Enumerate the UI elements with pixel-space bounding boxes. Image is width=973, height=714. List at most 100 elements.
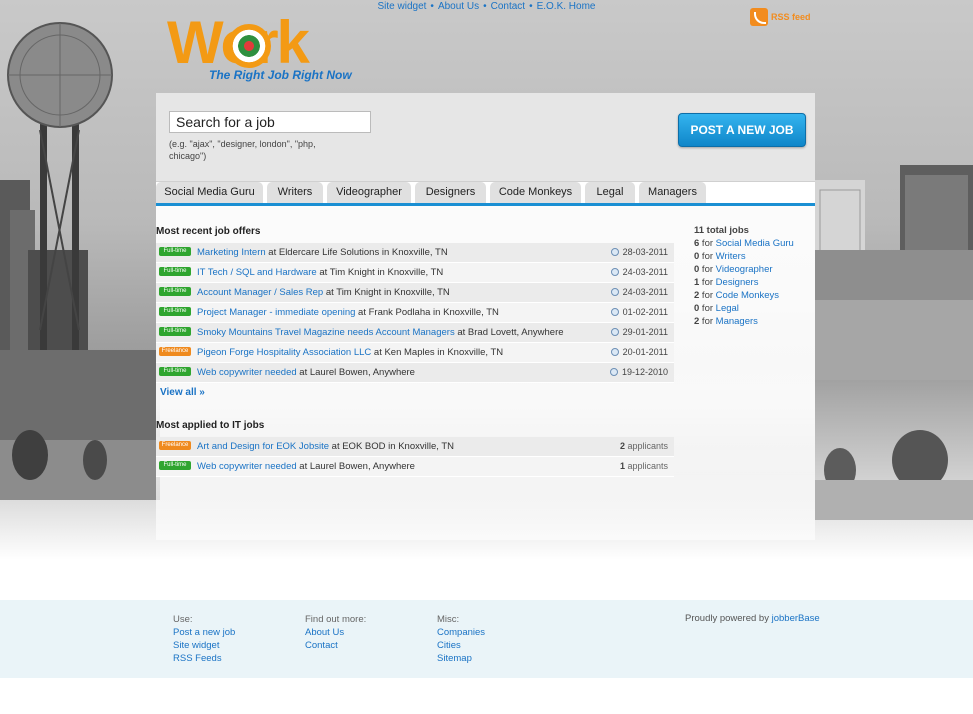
search-area: (e.g. "ajax", "designer, london", "php, … [156,93,815,182]
globe-icon [227,24,271,68]
nav-contact-link[interactable]: Contact [491,1,525,12]
stat-category-link[interactable]: Social Media Guru [716,238,794,249]
powered-by: Proudly powered by jobberBase [685,613,820,624]
tab-designers[interactable]: Designers [415,182,486,203]
job-title-link[interactable]: Project Manager - immediate opening [197,307,355,318]
stat-count: 1 [694,277,700,288]
job-company: Ken Maples [384,347,435,358]
footer-about-link[interactable]: About Us [305,626,366,639]
footer-heading: Misc: [437,614,460,625]
job-date: 28-03-2011 [611,243,668,262]
job-title-link[interactable]: Pigeon Forge Hospitality Association LLC [197,347,371,358]
search-hint: (e.g. "ajax", "designer, london", "php, … [169,139,316,161]
job-title-link[interactable]: Web copywriter needed [197,367,297,378]
view-all-link[interactable]: View all » [160,387,205,398]
job-type-badge: Full-time [159,327,191,336]
stat-count: 0 [694,303,700,314]
site-logo[interactable]: Work The Right Job Right Now [167,9,367,84]
applicant-number: 1 [619,461,625,471]
job-row: Full-time Marketing Intern at Eldercare … [156,243,674,263]
job-type-badge: Freelance [159,441,191,450]
tab-legal[interactable]: Legal [585,182,635,203]
footer-site-widget-link[interactable]: Site widget [173,639,235,652]
job-location: Knoxville, TN [394,287,450,298]
rss-feed-link[interactable]: RSS feed [750,8,811,26]
job-title-link[interactable]: Account Manager / Sales Rep [197,287,323,298]
stat-row: 6 for Social Media Guru [694,238,794,249]
most-applied-heading: Most applied to IT jobs [156,420,265,431]
job-company: Brad Lovett [467,327,517,338]
job-type-badge: Full-time [159,461,191,470]
tab-social-media-guru[interactable]: Social Media Guru [156,182,263,203]
stat-row: 0 for Legal [694,303,739,314]
jobberbase-link[interactable]: jobberBase [772,613,820,624]
job-location: Anywhere [372,461,415,472]
job-type-badge: Full-time [159,367,191,376]
stat-row: 0 for Writers [694,251,746,262]
tab-writers[interactable]: Writers [267,182,323,203]
tab-videographer[interactable]: Videographer [327,182,411,203]
nav-about-link[interactable]: About Us [438,1,479,12]
tab-code-monkeys[interactable]: Code Monkeys [490,182,581,203]
footer-cities-link[interactable]: Cities [437,639,485,652]
nav-eok-home-link[interactable]: E.O.K. Home [537,1,596,12]
job-type-badge: Full-time [159,287,191,296]
job-date: 19-12-2010 [610,363,668,382]
job-location: Anywhere [521,327,564,338]
job-title-link[interactable]: Art and Design for EOK Jobsite [197,441,329,452]
job-date: 24-03-2011 [611,283,668,302]
job-location: Knoxville, TN [447,347,504,358]
stat-category-link[interactable]: Code Monkeys [716,290,779,301]
main-panel: (e.g. "ajax", "designer, london", "php, … [156,93,815,540]
footer-contact-link[interactable]: Contact [305,639,366,652]
job-row: Full-time Project Manager - immediate op… [156,303,674,323]
job-company: Tim Knight [329,267,375,278]
stat-row: 1 for Designers [694,277,759,288]
applicant-number: 2 [619,441,625,451]
job-company: Eldercare Life Solutions [278,247,380,258]
footer-col-find-out: Find out more: About Us Contact [305,613,366,652]
job-title-link[interactable]: Web copywriter needed [197,461,297,472]
stat-category-link[interactable]: Designers [716,277,759,288]
rss-icon [750,8,768,26]
job-title-link[interactable]: Smoky Mountains Travel Magazine needs Ac… [197,327,455,338]
applicant-count: 2 applicants [620,437,668,456]
job-type-badge: Full-time [159,307,191,316]
job-company: Tim Knight [336,287,382,298]
footer-col-misc: Misc: Companies Cities Sitemap [437,613,485,665]
stat-row: 2 for Code Monkeys [694,290,780,301]
footer: Use: Post a new job Site widget RSS Feed… [0,600,973,678]
job-location: Knoxville, TN [391,247,448,258]
job-date: 01-02-2011 [611,303,668,322]
job-row: Full-time Web copywriter needed at Laure… [156,457,674,477]
stat-category-link[interactable]: Managers [716,316,758,327]
footer-heading: Find out more: [305,614,367,625]
job-company: EOK BOD [342,441,386,452]
footer-post-job-link[interactable]: Post a new job [173,626,235,639]
job-row: Full-time Smoky Mountains Travel Magazin… [156,323,674,343]
nav-site-widget-link[interactable]: Site widget [378,1,427,12]
stat-category-link[interactable]: Writers [716,251,746,262]
footer-rss-feeds-link[interactable]: RSS Feeds [173,652,235,665]
job-search-input[interactable] [169,111,371,133]
stat-category-link[interactable]: Legal [716,303,739,314]
job-stats: 11 total jobs 6 for Social Media Guru 0 … [694,224,794,328]
applicant-count: 1 applicants [620,457,668,476]
job-company: Laurel Bowen [309,461,368,472]
job-title-link[interactable]: IT Tech / SQL and Hardware [197,267,317,278]
stat-count: 0 [694,251,700,262]
job-date: 20-01-2011 [611,343,668,362]
applicant-unit: applicants [627,441,668,451]
job-row: Full-time IT Tech / SQL and Hardware at … [156,263,674,283]
job-company: Laurel Bowen [309,367,368,378]
stat-category-link[interactable]: Videographer [716,264,773,275]
post-new-job-button[interactable]: POST A NEW JOB [678,113,806,147]
nav-separator: • [529,1,533,12]
tab-managers[interactable]: Managers [639,182,706,203]
stat-count: 0 [694,264,700,275]
job-title-link[interactable]: Marketing Intern [197,247,266,258]
footer-heading: Use: [173,614,193,625]
nav-separator: • [483,1,487,12]
footer-companies-link[interactable]: Companies [437,626,485,639]
footer-sitemap-link[interactable]: Sitemap [437,652,485,665]
